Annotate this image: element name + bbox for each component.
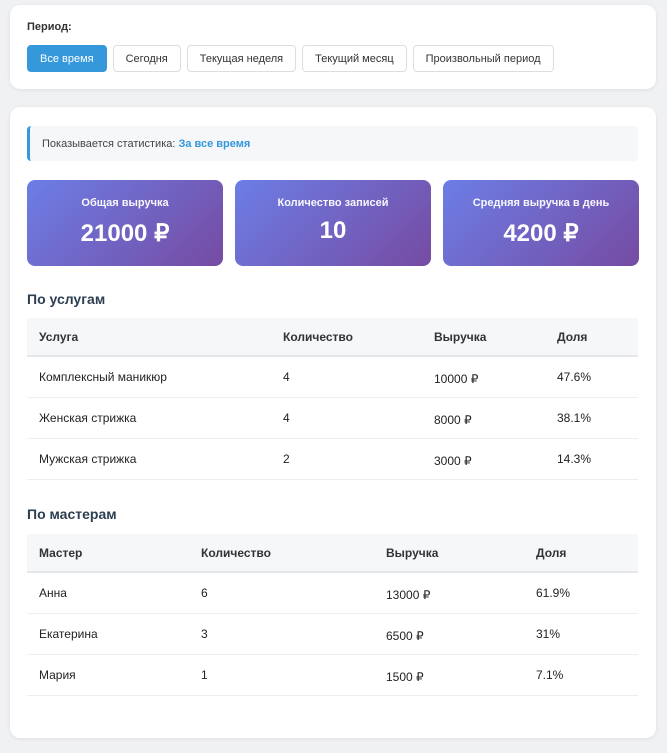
table-row: Женская стрижка 4 8000 ₽ 38.1%	[27, 397, 638, 439]
master-name: Екатерина	[27, 613, 189, 655]
service-share: 47.6%	[545, 356, 638, 398]
service-revenue: 8000 ₽	[422, 397, 545, 439]
period-filter-card: Период: Все время Сегодня Текущая неделя…	[10, 5, 656, 89]
master-count: 3	[189, 613, 374, 655]
stat-average-daily-revenue: Средняя выручка в день 4200 ₽	[443, 180, 639, 266]
master-share: 7.1%	[524, 654, 638, 696]
column-header-revenue: Выручка	[422, 318, 545, 357]
table-row: Анна 6 13000 ₽ 61.9%	[27, 572, 638, 614]
master-count: 1	[189, 654, 374, 696]
master-name: Мария	[27, 654, 189, 696]
services-section-title: По услугам	[27, 291, 106, 307]
master-share: 31%	[524, 613, 638, 655]
stat-title: Общая выручка	[81, 197, 169, 209]
service-share: 38.1%	[545, 397, 638, 439]
table-row: Мария 1 1500 ₽ 7.1%	[27, 654, 638, 696]
stat-title: Количество записей	[277, 197, 389, 209]
period-custom-button[interactable]: Произвольный период	[412, 45, 554, 72]
service-name: Комплексный маникюр	[27, 356, 271, 398]
period-all-time-button[interactable]: Все время	[27, 45, 107, 72]
statistics-card: Показывается статистика: За все время Об…	[10, 107, 656, 738]
stat-value: 10	[319, 217, 347, 244]
service-count: 2	[271, 438, 422, 480]
master-revenue: 13000 ₽	[374, 572, 524, 614]
services-table: Услуга Количество Выручка Доля Комплексн…	[27, 318, 638, 480]
master-name: Анна	[27, 572, 189, 614]
stat-value: 21000 ₽	[80, 220, 170, 247]
table-row: Мужская стрижка 2 3000 ₽ 14.3%	[27, 438, 638, 480]
info-period-value: За все время	[178, 137, 251, 150]
period-current-month-button[interactable]: Текущий месяц	[302, 45, 407, 72]
masters-section-title: По мастерам	[27, 506, 117, 522]
service-count: 4	[271, 356, 422, 398]
period-info-banner: Показывается статистика: За все время	[27, 126, 638, 161]
master-revenue: 6500 ₽	[374, 613, 524, 655]
column-header-count: Количество	[189, 534, 374, 573]
column-header-share: Доля	[545, 318, 638, 357]
period-label: Период:	[27, 21, 72, 33]
table-row: Екатерина 3 6500 ₽ 31%	[27, 613, 638, 655]
period-today-button[interactable]: Сегодня	[112, 45, 181, 72]
stat-value: 4200 ₽	[503, 220, 579, 247]
master-revenue: 1500 ₽	[374, 654, 524, 696]
service-count: 4	[271, 397, 422, 439]
column-header-share: Доля	[524, 534, 638, 573]
column-header-count: Количество	[271, 318, 422, 357]
period-current-week-button[interactable]: Текущая неделя	[186, 45, 297, 72]
stat-title: Средняя выручка в день	[472, 197, 610, 209]
service-name: Мужская стрижка	[27, 438, 271, 480]
service-revenue: 3000 ₽	[422, 438, 545, 480]
info-prefix: Показывается статистика:	[42, 137, 176, 150]
stat-records-count: Количество записей 10	[235, 180, 431, 266]
service-share: 14.3%	[545, 438, 638, 480]
service-name: Женская стрижка	[27, 397, 271, 439]
table-header-row: Услуга Количество Выручка Доля	[27, 318, 638, 357]
stat-total-revenue: Общая выручка 21000 ₽	[27, 180, 223, 266]
column-header-service: Услуга	[27, 318, 271, 357]
period-button-group: Все время Сегодня Текущая неделя Текущий…	[27, 45, 554, 72]
master-count: 6	[189, 572, 374, 614]
masters-table: Мастер Количество Выручка Доля Анна 6 13…	[27, 534, 638, 696]
column-header-master: Мастер	[27, 534, 189, 573]
master-share: 61.9%	[524, 572, 638, 614]
table-row: Комплексный маникюр 4 10000 ₽ 47.6%	[27, 356, 638, 398]
service-revenue: 10000 ₽	[422, 356, 545, 398]
table-header-row: Мастер Количество Выручка Доля	[27, 534, 638, 573]
column-header-revenue: Выручка	[374, 534, 524, 573]
